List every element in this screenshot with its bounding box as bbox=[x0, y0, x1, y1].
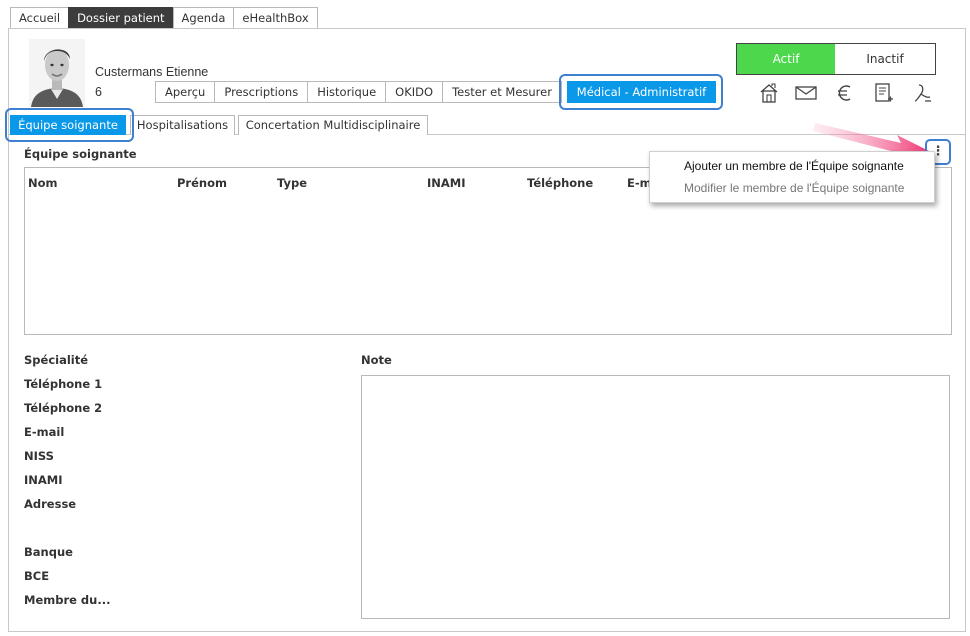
column-prenom[interactable]: Prénom bbox=[177, 176, 227, 190]
note-textarea[interactable] bbox=[361, 375, 950, 619]
label-niss: NISS bbox=[24, 449, 54, 463]
label-banque: Banque bbox=[24, 545, 73, 559]
patient-panel: Custermans Etienne 6 Aperçu Prescription… bbox=[5, 28, 966, 632]
tab-concertation-multidisciplinaire[interactable]: Concertation Multidisciplinaire bbox=[238, 115, 428, 135]
tab-apercu[interactable]: Aperçu bbox=[155, 81, 215, 103]
patient-avatar bbox=[29, 39, 85, 107]
column-inami[interactable]: INAMI bbox=[427, 176, 466, 190]
patient-tabs: Aperçu Prescriptions Historique OKIDO Te… bbox=[155, 81, 716, 103]
column-email[interactable]: E-m bbox=[627, 176, 652, 190]
section-title: Équipe soignante bbox=[24, 147, 137, 161]
label-email: E-mail bbox=[24, 425, 65, 439]
tab-ehealthbox[interactable]: eHealthBox bbox=[233, 7, 318, 29]
label-bce: BCE bbox=[24, 569, 50, 583]
home-dossier-icon[interactable] bbox=[757, 81, 781, 105]
toolbar-icons bbox=[757, 81, 947, 107]
label-specialite: Spécialité bbox=[24, 353, 89, 367]
menu-item-add-member[interactable]: Ajouter un membre de l'Équipe soignante bbox=[684, 159, 904, 173]
tab-tester-et-mesurer[interactable]: Tester et Mesurer bbox=[442, 81, 562, 103]
patient-number: 6 bbox=[95, 85, 102, 99]
context-menu: Ajouter un membre de l'Équipe soignante … bbox=[649, 151, 935, 203]
label-adresse: Adresse bbox=[24, 497, 77, 511]
tab-agenda[interactable]: Agenda bbox=[172, 7, 234, 29]
column-nom[interactable]: Nom bbox=[28, 176, 58, 190]
menu-item-edit-member[interactable]: Modifier le membre de l'Équipe soignante bbox=[684, 181, 904, 195]
label-inami: INAMI bbox=[24, 473, 63, 487]
tab-hospitalisations[interactable]: Hospitalisations bbox=[130, 115, 235, 135]
column-telephone[interactable]: Téléphone bbox=[527, 176, 593, 190]
mail-icon[interactable] bbox=[794, 81, 818, 105]
label-telephone-2: Téléphone 2 bbox=[24, 401, 103, 415]
label-membre-du: Membre du... bbox=[24, 593, 111, 607]
top-nav: Accueil Dossier patient Agenda eHealthBo… bbox=[10, 7, 318, 29]
highlight-equipe-tab bbox=[5, 108, 134, 142]
patient-name: Custermans Etienne bbox=[95, 65, 209, 79]
tab-historique[interactable]: Historique bbox=[307, 81, 386, 103]
tab-okido[interactable]: OKIDO bbox=[385, 81, 443, 103]
person-signature-icon[interactable] bbox=[910, 81, 934, 105]
column-type[interactable]: Type bbox=[277, 176, 307, 190]
tab-prescriptions[interactable]: Prescriptions bbox=[214, 81, 308, 103]
tab-dossier-patient[interactable]: Dossier patient bbox=[68, 7, 173, 29]
highlight-medical-tab bbox=[559, 74, 723, 110]
status-actif-button[interactable]: Actif bbox=[737, 44, 835, 74]
tab-accueil[interactable]: Accueil bbox=[10, 7, 69, 29]
status-inactif-button[interactable]: Inactif bbox=[835, 44, 935, 74]
euro-icon[interactable] bbox=[833, 81, 857, 105]
document-add-icon[interactable] bbox=[871, 81, 895, 105]
label-telephone-1: Téléphone 1 bbox=[24, 377, 103, 391]
status-toggle: Actif Inactif bbox=[736, 43, 936, 75]
note-label: Note bbox=[361, 353, 392, 367]
